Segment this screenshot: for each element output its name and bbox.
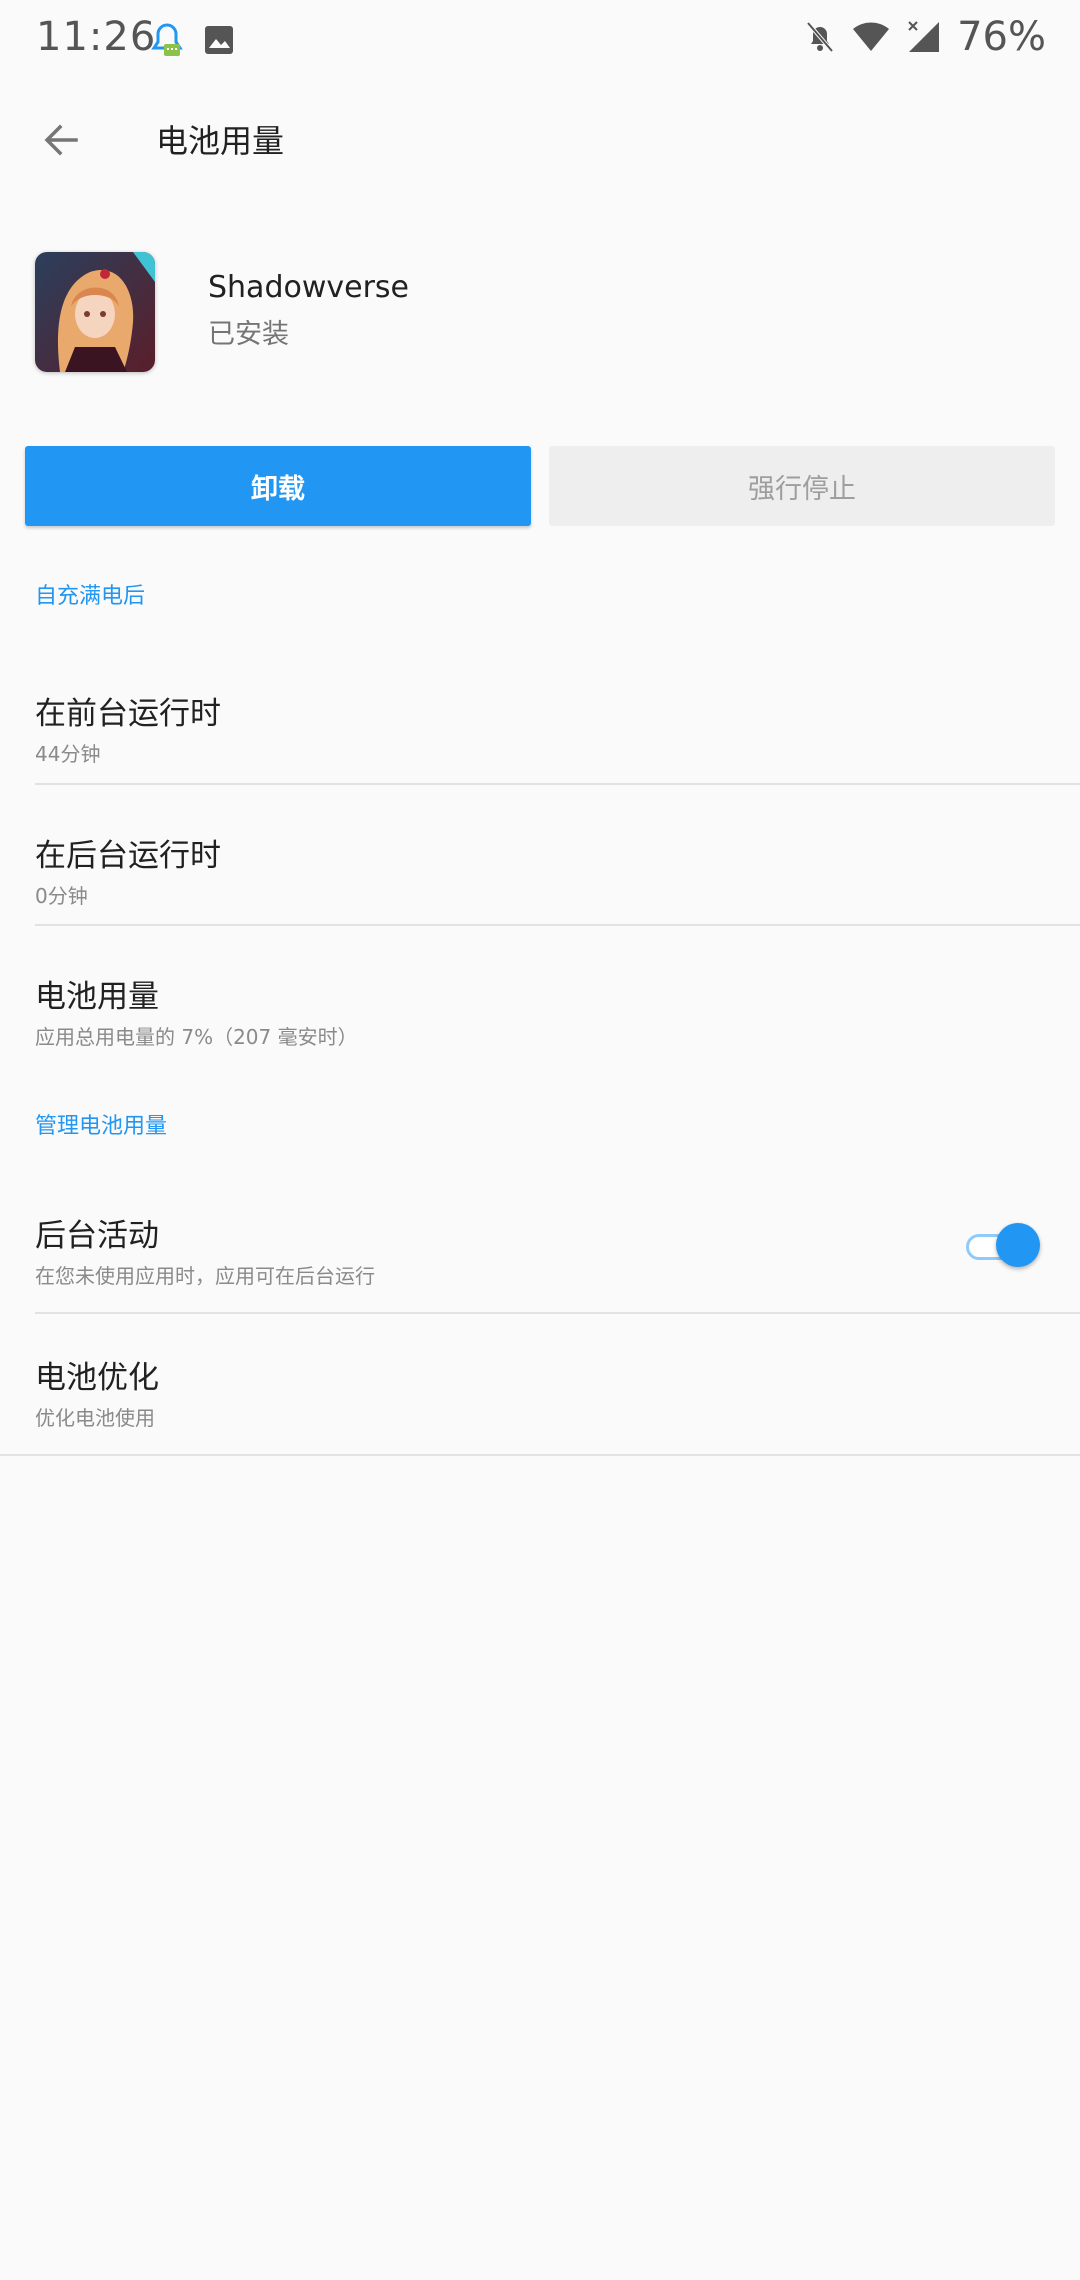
do-not-disturb-icon — [806, 21, 834, 53]
item-subtitle: 应用总用电量的 7%（207 毫安时） — [35, 1025, 358, 1049]
back-button[interactable] — [36, 114, 88, 166]
image-icon — [205, 26, 233, 54]
divider — [35, 1312, 1080, 1314]
list-item-battery-optimization[interactable]: 电池优化 优化电池使用 — [0, 1320, 1080, 1460]
item-subtitle: 0分钟 — [35, 884, 88, 908]
status-right-icons: 76% — [805, 14, 1046, 60]
wifi-icon — [853, 22, 890, 51]
list-item-background-time[interactable]: 在后台运行时 0分钟 — [0, 798, 1080, 938]
battery-percentage: 76% — [957, 14, 1046, 60]
uninstall-button[interactable]: 卸载 — [25, 446, 531, 526]
list-item-battery-usage[interactable]: 电池用量 应用总用电量的 7%（207 毫安时） — [0, 939, 1080, 1079]
item-title: 在后台运行时 — [35, 838, 221, 874]
divider — [35, 783, 1080, 785]
list-item-foreground-time[interactable]: 在前台运行时 44分钟 — [0, 656, 1080, 796]
arrow-back-icon — [44, 124, 78, 156]
app-install-status: 已安装 — [208, 319, 289, 350]
divider — [0, 1454, 1080, 1456]
item-title: 在前台运行时 — [35, 696, 221, 732]
item-subtitle: 44分钟 — [35, 742, 101, 766]
qq-notification-icon — [151, 23, 183, 56]
app-bar: 电池用量 — [0, 100, 1080, 180]
status-bar: 11:26 76% — [0, 0, 1080, 80]
app-name: Shadowverse — [208, 270, 410, 305]
item-title: 后台活动 — [35, 1218, 159, 1254]
item-subtitle: 在您未使用应用时，应用可在后台运行 — [35, 1264, 375, 1288]
item-title: 电池优化 — [35, 1360, 159, 1396]
status-time: 11:26 — [36, 14, 157, 60]
list-item-background-activity[interactable]: 后台活动 在您未使用应用时，应用可在后台运行 — [0, 1178, 1080, 1318]
status-left-icons — [150, 20, 234, 60]
app-icon — [35, 252, 155, 372]
background-activity-toggle[interactable] — [966, 1222, 1040, 1267]
item-title: 电池用量 — [35, 979, 159, 1015]
signal-icon — [908, 21, 940, 52]
force-stop-button[interactable]: 强行停止 — [549, 446, 1055, 526]
app-header: Shadowverse 已安装 — [0, 250, 1080, 380]
section-header-since-full-charge: 自充满电后 — [35, 584, 146, 609]
divider — [35, 924, 1080, 926]
toggle-thumb — [996, 1223, 1040, 1267]
page-title: 电池用量 — [156, 122, 285, 160]
item-subtitle: 优化电池使用 — [35, 1406, 155, 1430]
section-header-manage-battery: 管理电池用量 — [35, 1114, 168, 1139]
